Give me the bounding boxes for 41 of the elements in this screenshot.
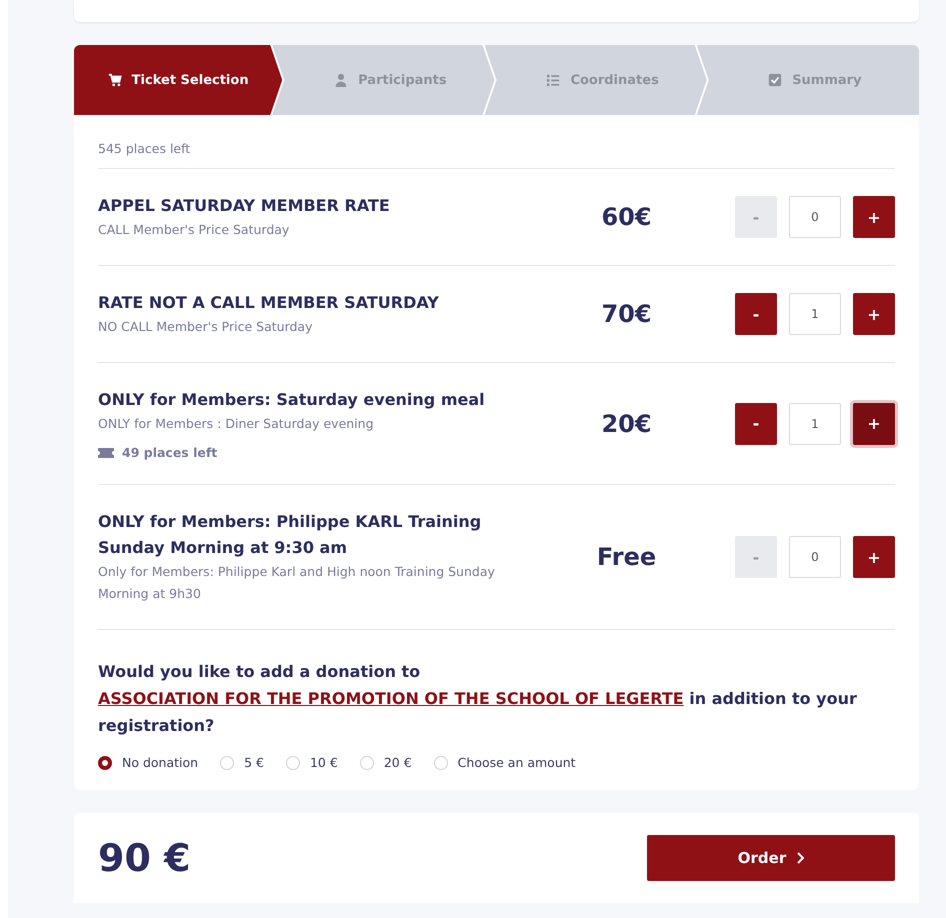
increase-button[interactable]: +	[853, 196, 895, 238]
ticket-description: Only for Members: Philippe Karl and High noon Training Sunday Morning at 9h30	[98, 563, 496, 603]
remaining-places-text: 49 places left	[122, 445, 218, 460]
donation-question: Would you like to add a donation to ASSOCIATION FOR THE PROMOTION OF THE SCHOOL OF LEGERTE in addition to your registration?	[98, 661, 858, 737]
ticket-price: Free	[596, 543, 658, 571]
chevron-right-icon	[796, 852, 804, 864]
radio-button[interactable]	[98, 756, 112, 770]
ticket-name: APPEL SATURDAY MEMBER RATE	[98, 195, 391, 217]
decrease-button[interactable]: -	[735, 293, 777, 335]
total-price: 90 €	[98, 836, 191, 880]
list-icon	[546, 73, 560, 87]
quantity-field[interactable]: 0	[789, 536, 841, 578]
radio-label[interactable]: 10 €	[310, 755, 338, 770]
ticket-price: 70€	[600, 300, 653, 328]
quantity-field[interactable]: 1	[789, 402, 841, 444]
decrease-button[interactable]: -	[735, 402, 777, 444]
radio-label[interactable]: 20 €	[384, 755, 412, 770]
increase-button[interactable]: +	[853, 402, 895, 444]
increase-button[interactable]: +	[853, 536, 895, 578]
ticket-icon	[98, 448, 114, 458]
checkbox-icon	[768, 73, 782, 87]
ticket-name: ONLY for Members: Saturday evening meal	[98, 389, 486, 411]
increase-button[interactable]: +	[853, 293, 895, 335]
ticket-price: 20€	[600, 410, 653, 438]
radio-label[interactable]: Choose an amount	[458, 755, 576, 770]
ticket-description: ONLY for Members : Diner Saturday evening	[98, 415, 375, 433]
places-left-text: 545 places left	[98, 115, 895, 169]
ticket-price: 60€	[600, 203, 653, 231]
quantity-field[interactable]: 0	[789, 196, 841, 238]
ticket-name: RATE NOT A CALL MEMBER SATURDAY	[98, 292, 440, 314]
association-link[interactable]: ASSOCIATION FOR THE PROMOTION OF THE SCHOOL OF LEGERTE	[98, 689, 684, 708]
ticket-name: ONLY for Members: Philippe KARL Training Sunday Morning at 9:30 am	[98, 511, 482, 559]
ticket-description: CALL Member's Price Saturday	[98, 221, 290, 239]
radio-label[interactable]: No donation	[122, 755, 198, 770]
ticket-description: NO CALL Member's Price Saturday	[98, 318, 314, 336]
radio-label[interactable]: 5 €	[244, 755, 264, 770]
person-icon	[334, 73, 348, 87]
cart-icon	[108, 73, 122, 87]
quantity-field[interactable]: 1	[789, 293, 841, 335]
order-button[interactable]: Order	[647, 835, 895, 881]
step-tab[interactable]: Ticket Selection	[74, 45, 282, 115]
